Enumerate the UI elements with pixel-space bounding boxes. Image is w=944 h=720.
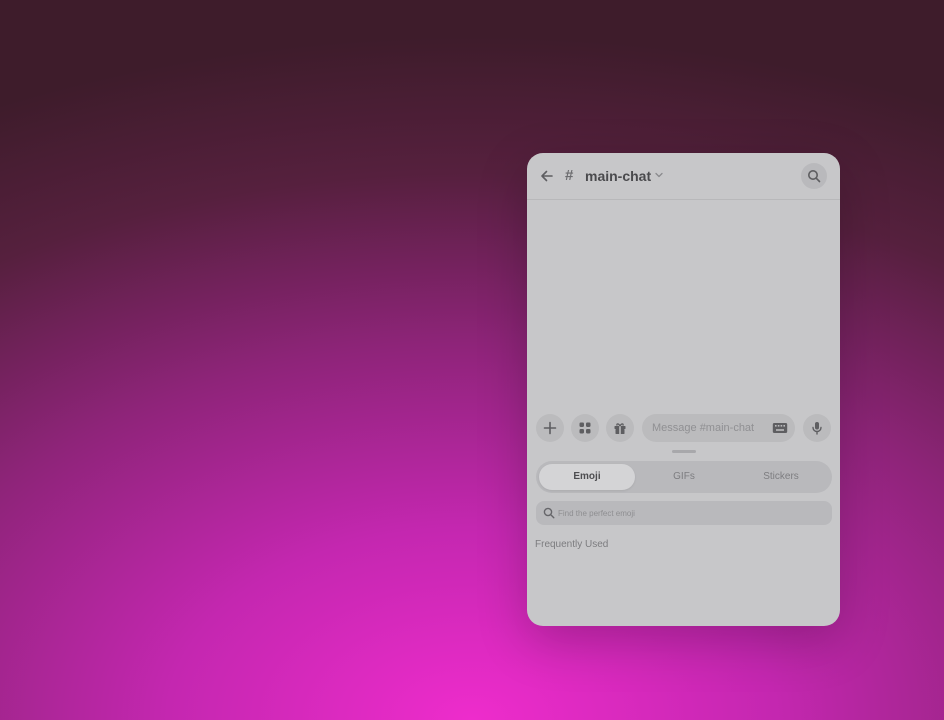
message-input[interactable] [652, 414, 764, 442]
tab-stickers[interactable]: Stickers [733, 464, 829, 490]
message-composer [527, 406, 840, 448]
frequently-used-heading: Frequently Used [535, 539, 609, 550]
tab-emoji[interactable]: Emoji [539, 464, 635, 490]
keyboard-icon [772, 423, 788, 433]
plus-icon [543, 421, 557, 435]
channel-title[interactable]: main-chat [585, 166, 651, 186]
search-button[interactable] [801, 163, 827, 189]
add-attachment-button[interactable] [536, 414, 564, 442]
emoji-search-input[interactable] [558, 501, 818, 525]
search-icon [808, 170, 821, 183]
voice-message-button[interactable] [803, 414, 831, 442]
message-list[interactable] [527, 200, 840, 405]
microphone-icon [812, 422, 822, 435]
keyboard-button[interactable] [771, 420, 789, 436]
picker-drag-handle[interactable] [672, 450, 696, 453]
picker-tabs: Emoji GIFs Stickers [536, 461, 832, 493]
apps-button[interactable] [571, 414, 599, 442]
message-input-box[interactable] [642, 414, 795, 442]
arrow-left-icon [541, 170, 553, 182]
back-button[interactable] [536, 165, 558, 187]
gift-icon [614, 423, 626, 434]
tab-gifs[interactable]: GIFs [636, 464, 732, 490]
gift-button[interactable] [606, 414, 634, 442]
channel-header: # main-chat [527, 153, 840, 200]
search-icon [543, 507, 555, 519]
channel-hash-icon: # [565, 167, 574, 184]
chevron-down-icon[interactable] [655, 172, 663, 178]
apps-grid-icon [579, 422, 591, 434]
emoji-search-box[interactable] [536, 501, 832, 525]
chat-panel: # main-chat Message #main-chat Emoji GIF… [527, 153, 840, 626]
